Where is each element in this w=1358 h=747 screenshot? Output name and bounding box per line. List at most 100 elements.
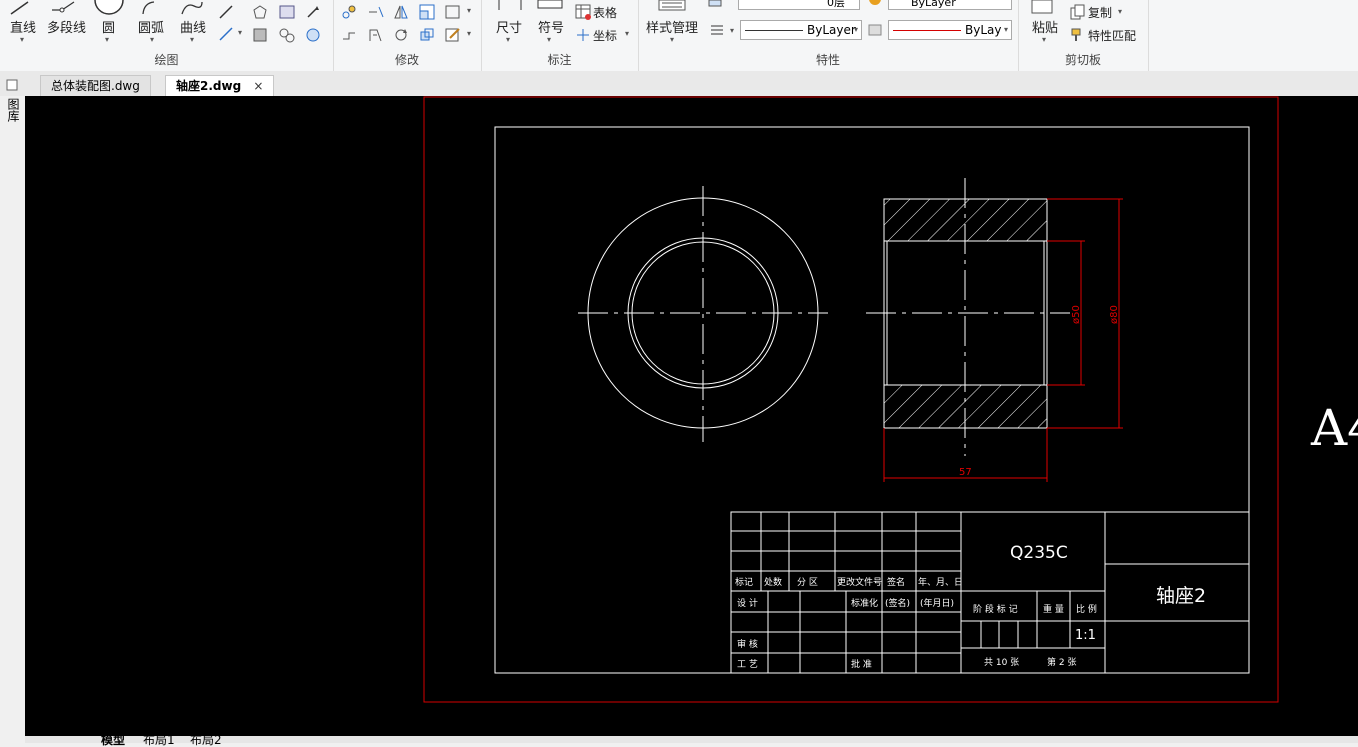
draw-group: 直线 ▾ 多段线 圆 ▾ 圆弧 ▾ 曲线 ▾ ▾ 绘图 — [0, 0, 334, 71]
circle-button[interactable]: 圆 — [102, 17, 115, 36]
symbol-button[interactable]: 符号 — [538, 17, 564, 36]
title-block-scale: 1:1 — [1075, 628, 1096, 643]
tab-model[interactable]: 模型 — [101, 734, 125, 746]
circle-dropdown[interactable]: ▾ — [105, 35, 109, 44]
front-view[interactable] — [578, 186, 828, 442]
dimension-icon — [498, 0, 522, 10]
arc-icon — [142, 1, 155, 15]
polyline-button[interactable]: 多段线 — [47, 17, 86, 36]
linecolor-sample — [893, 30, 961, 31]
lineweight-icon[interactable] — [710, 24, 724, 36]
tab-label: 轴座2.dwg — [176, 79, 242, 93]
annotate-group-title: 标注 — [547, 53, 572, 67]
curve-dropdown[interactable]: ▾ — [190, 35, 194, 44]
coordinate-button[interactable]: 坐标 — [593, 27, 617, 44]
arc-dropdown[interactable]: ▾ — [150, 35, 154, 44]
copy-object-icon[interactable] — [419, 27, 435, 43]
line-button[interactable]: 直线 — [10, 17, 36, 36]
color-dropdown[interactable]: ByLayer — [888, 0, 1012, 10]
curve-icon — [181, 1, 203, 15]
copy-button[interactable]: 复制 — [1088, 4, 1112, 21]
side-panel: 图库 — [0, 96, 26, 743]
tab-layout2[interactable]: 布局2 — [190, 734, 222, 746]
clipboard-group: 粘贴 ▾ 复制 ▾ 特性匹配 剪切板 — [1018, 0, 1149, 71]
point-icon[interactable] — [305, 4, 321, 20]
ray-dropdown[interactable]: ▾ — [238, 28, 242, 37]
trim-icon[interactable] — [367, 4, 385, 20]
table-button[interactable]: 表格 — [593, 4, 617, 21]
paste-icon — [1031, 0, 1053, 14]
linecolor-dropdown[interactable]: ByLay ▾ — [888, 20, 1012, 40]
symbol-dropdown[interactable]: ▾ — [547, 35, 551, 44]
scale-icon[interactable] — [419, 4, 435, 20]
title-block-approve: 批 准 — [851, 658, 872, 670]
paper-frame — [423, 96, 1279, 703]
tab-layout1[interactable]: 布局1 — [143, 734, 175, 746]
tab-menu-icon[interactable] — [6, 79, 18, 91]
boundary-icon[interactable] — [278, 27, 296, 43]
title-block-weight: 重 量 — [1043, 603, 1064, 615]
section-view[interactable] — [866, 178, 1070, 456]
title-block-sheet-no: 第 2 张 — [1047, 656, 1076, 668]
edit-icon[interactable] — [445, 27, 461, 43]
style-manager-button[interactable]: 样式管理 — [646, 17, 698, 36]
tab-assembly-drawing[interactable]: 总体装配图.dwg — [40, 75, 151, 96]
line-dropdown[interactable]: ▾ — [20, 35, 24, 44]
title-block-total-sheets: 共 10 张 — [984, 657, 1019, 668]
region-icon[interactable] — [278, 4, 296, 20]
title-block-count: 处数 — [764, 576, 782, 588]
drawing-svg[interactable]: ø50 ø80 57 标记 处数 分 区 更改文件号 签名 年、月、日 设 计 … — [25, 96, 1358, 736]
title-block-material: Q235C — [1010, 543, 1068, 563]
revision-cloud-icon[interactable] — [305, 27, 321, 43]
layer-name: 0层 — [827, 0, 845, 9]
copy-dropdown[interactable]: ▾ — [1118, 7, 1122, 16]
dimension-inner-diameter[interactable]: ø50 — [1071, 305, 1082, 324]
style-manager-dropdown[interactable]: ▾ — [670, 35, 674, 44]
title-block-sign2: (签名) — [885, 597, 910, 609]
linecolor-value: ByLay — [965, 23, 1002, 37]
construction-line-icon[interactable] — [218, 4, 234, 20]
modify-more-dropdown[interactable]: ▾ — [467, 6, 471, 15]
lineweight-dropdown[interactable]: ▾ — [730, 26, 734, 35]
mirror-icon[interactable] — [393, 4, 409, 20]
offset-icon[interactable] — [367, 27, 383, 43]
dimension-width[interactable]: 57 — [959, 467, 972, 478]
coordinate-dropdown[interactable]: ▾ — [625, 29, 629, 38]
rotate-icon[interactable] — [393, 27, 409, 43]
color-wheel-icon[interactable] — [868, 0, 882, 6]
copy-icon — [1070, 4, 1085, 20]
title-block-sign: 签名 — [887, 576, 905, 588]
linetype-dropdown[interactable]: ByLayer ▾ — [740, 20, 862, 40]
dimension-outer-diameter[interactable]: ø80 — [1109, 305, 1120, 324]
stretch-icon[interactable] — [341, 27, 357, 43]
move-icon[interactable] — [341, 4, 357, 20]
title-block-date2: (年月日) — [920, 597, 954, 609]
title-block-part-name: 轴座2 — [1156, 585, 1206, 607]
curve-button[interactable]: 曲线 — [180, 17, 206, 36]
layer-dropdown[interactable]: 0层 — [738, 0, 860, 10]
circle-icon — [94, 0, 124, 15]
modify-edit-dropdown[interactable]: ▾ — [467, 29, 471, 38]
paste-button[interactable]: 粘贴 — [1032, 17, 1058, 36]
hatch-icon[interactable] — [252, 27, 268, 43]
document-tabs: 总体装配图.dwg 轴座2.dwg × — [0, 71, 1358, 97]
match-properties-button[interactable]: 特性匹配 — [1088, 27, 1136, 44]
title-block-zone: 分 区 — [797, 577, 818, 588]
close-icon[interactable]: × — [253, 79, 263, 93]
tab-shaft-seat[interactable]: 轴座2.dwg × — [165, 75, 275, 96]
rectangle-select-icon[interactable] — [445, 4, 461, 20]
drawing-canvas[interactable]: ø50 ø80 57 标记 处数 分 区 更改文件号 签名 年、月、日 设 计 … — [25, 96, 1358, 736]
ribbon: 直线 ▾ 多段线 圆 ▾ 圆弧 ▾ 曲线 ▾ ▾ 绘图 ▾ ▾ 修改 尺寸 ▾ … — [0, 0, 1358, 72]
polygon-icon[interactable] — [252, 4, 268, 20]
paste-dropdown[interactable]: ▾ — [1042, 35, 1046, 44]
arc-button[interactable]: 圆弧 — [138, 17, 164, 36]
dimension-button[interactable]: 尺寸 — [496, 17, 522, 36]
layer-properties-icon[interactable] — [708, 0, 724, 8]
dimension-dropdown[interactable]: ▾ — [506, 35, 510, 44]
draw-group-title: 绘图 — [154, 53, 179, 67]
line-icon — [10, 1, 29, 15]
title-block-review: 审 核 — [737, 638, 758, 650]
linetype-scale-icon[interactable] — [868, 24, 882, 36]
library-panel-button[interactable]: 图库 — [5, 98, 20, 122]
ray-icon[interactable] — [218, 26, 234, 42]
